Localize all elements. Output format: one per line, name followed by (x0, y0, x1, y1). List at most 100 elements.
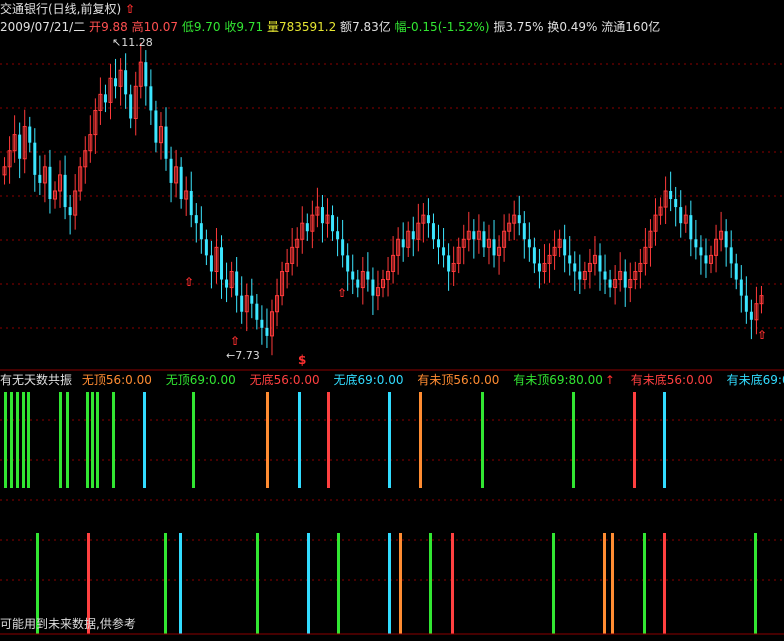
candle-body (492, 239, 496, 256)
indicator-bar (266, 392, 269, 488)
volume-value: 783591.2 (278, 20, 337, 34)
candle-body (225, 279, 229, 288)
indicator-item: 有未顶56:0.00 (417, 373, 500, 387)
indicator-bar (4, 392, 7, 488)
candle-body (68, 207, 72, 216)
indicator-bar (164, 533, 167, 634)
indicator-bar (611, 533, 614, 634)
amplitude-value: 3.75% (505, 20, 544, 34)
candle-body (48, 166, 52, 200)
candles (2, 42, 764, 356)
candle-body (194, 215, 198, 224)
buy-signal-icon[interactable]: ⇧ (184, 275, 194, 289)
candle-body (724, 231, 728, 248)
high-value: 10.07 (143, 20, 178, 34)
candle-body (265, 327, 269, 336)
indicator-bar (481, 392, 484, 488)
candle-body (366, 271, 370, 280)
candle-body (124, 70, 128, 95)
turnover-label: 换 (547, 20, 560, 34)
open-value: 9.88 (101, 20, 128, 34)
up-arrow-icon[interactable]: ⇧ (125, 2, 135, 16)
candle-body (250, 295, 254, 304)
candle-body (149, 86, 153, 111)
buy-signal-icon[interactable]: ⇧ (757, 328, 767, 342)
indicator-bar (307, 533, 310, 634)
dollar-marker[interactable]: $ (298, 353, 306, 367)
candle-body (699, 247, 703, 256)
candle-body (63, 174, 67, 208)
indicator-bar (388, 533, 391, 634)
indicator-bar (643, 533, 646, 634)
buy-signal-icon[interactable]: ⇧ (230, 334, 240, 348)
candle-body (704, 255, 708, 264)
indicator-bar (10, 392, 13, 488)
min-price-label: ←7.73 (226, 349, 260, 362)
close-value: 9.71 (236, 20, 264, 34)
candle-body (189, 190, 193, 216)
candle-body (28, 126, 32, 143)
candle-body (573, 263, 577, 272)
candle-body (341, 239, 345, 256)
candle-body (482, 231, 486, 248)
indicator-item: 有未顶69:80.00 (513, 373, 603, 387)
candle-body (356, 279, 360, 288)
indicator-bar (143, 392, 146, 488)
turnover-value: 0.49% (559, 20, 598, 34)
candle-body (320, 207, 324, 224)
candle-body (608, 279, 612, 288)
candle-body (734, 263, 738, 280)
candle-body (739, 279, 743, 296)
indicator-item: 无底56:0.00 (249, 373, 320, 387)
candle-body (729, 247, 733, 264)
indicator-bar (91, 392, 94, 488)
indicator-item: 有未底69:0.00 (726, 373, 784, 387)
candle-body (623, 271, 627, 288)
max-price-value: 11.28 (121, 36, 153, 49)
candle-body (517, 215, 521, 224)
buy-signal-icon[interactable]: ⇧ (337, 286, 347, 300)
candle-body (346, 255, 350, 272)
candle-body (578, 271, 582, 280)
indicator-bar (256, 533, 259, 634)
indicator-item: 无底69:0.00 (333, 373, 404, 387)
candle-body (426, 215, 430, 224)
min-price-value: 7.73 (235, 349, 260, 362)
indicator-bar (192, 392, 195, 488)
candle-body (255, 303, 259, 320)
low-label: 低 (181, 20, 194, 34)
candle-body (689, 215, 693, 240)
candle-body (204, 239, 208, 256)
candle-body (331, 215, 335, 232)
stock-name[interactable]: 交通银行(日线,前复权) (0, 2, 121, 16)
indicator-bar (59, 392, 62, 488)
candle-body (371, 279, 375, 296)
indicator-bar (552, 533, 555, 634)
candle-body (744, 295, 748, 312)
quote-date: 2009/07/21/二 (0, 20, 86, 34)
indicator-bar (179, 533, 182, 634)
candle-body (305, 223, 309, 232)
candle-body (114, 78, 118, 87)
candle-body (220, 247, 224, 280)
candle-body (563, 239, 567, 256)
indicator-bar (112, 392, 115, 488)
candle-body (437, 239, 441, 248)
indicator-bar (429, 533, 432, 634)
amount-label: 额 (340, 20, 353, 34)
candle-body (598, 255, 602, 272)
indicator-item: 无顶69:0.00 (165, 373, 236, 387)
volume-label: 量 (266, 20, 279, 34)
candle-body (669, 190, 673, 200)
candle-body (694, 239, 698, 248)
amount-value: 7.83亿 (352, 20, 391, 34)
candle-body (38, 174, 42, 183)
indicator-bar (754, 533, 757, 634)
candle-body (447, 255, 451, 272)
candle-body (537, 263, 541, 272)
footer-note: 可能用到未来数据,供参考 (0, 617, 136, 631)
indicator-title[interactable]: 有无天数共振 (0, 373, 72, 387)
candle-body (154, 110, 158, 143)
indicator-bar (399, 533, 402, 634)
indicator-bar (16, 392, 19, 488)
